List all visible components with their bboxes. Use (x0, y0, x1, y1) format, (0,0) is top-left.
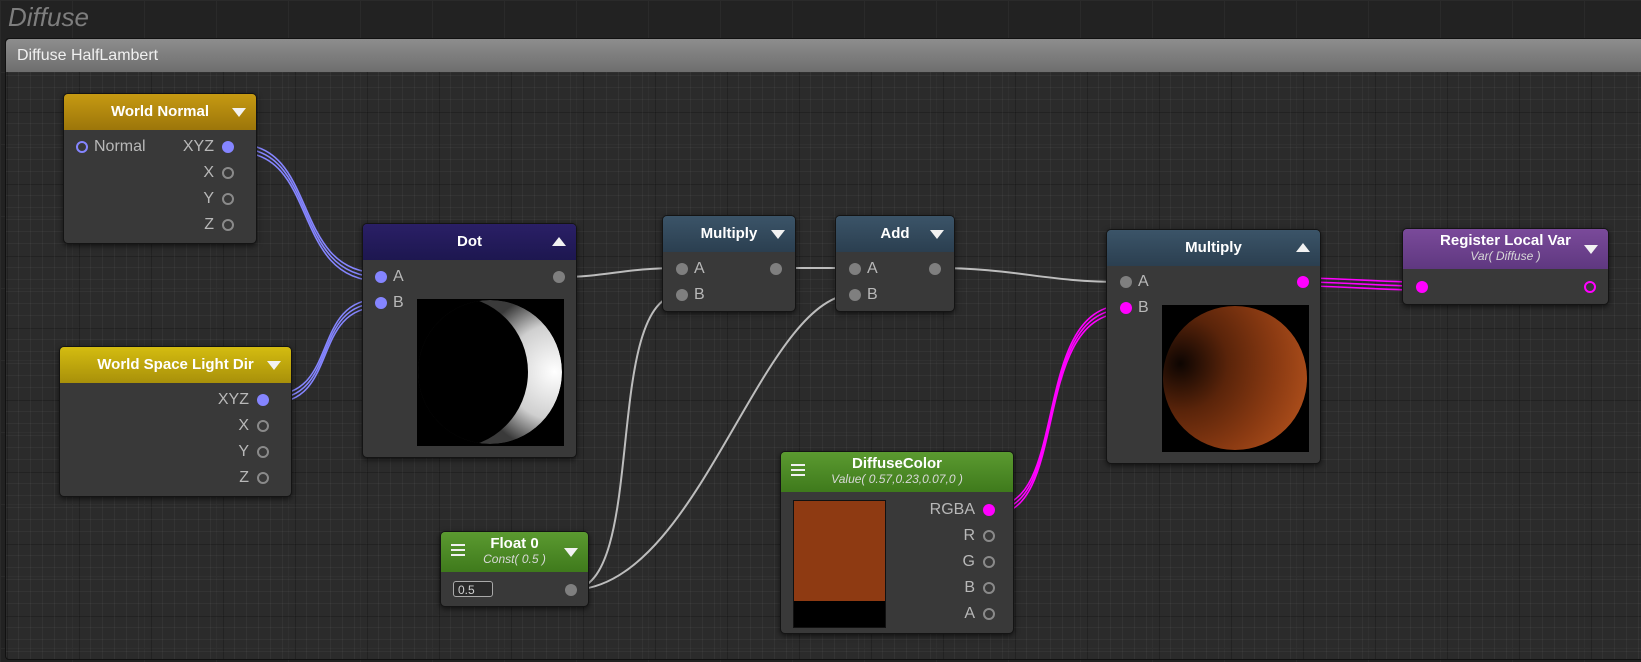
sphere-preview (1163, 306, 1307, 450)
port-label: A (1138, 273, 1149, 290)
node-header[interactable]: Multiply (663, 216, 795, 252)
collapse-arrow-icon[interactable] (232, 108, 246, 117)
node-subtitle: Var( Diffuse ) (1470, 249, 1541, 263)
output-port-xyz[interactable] (257, 394, 269, 406)
input-port-b[interactable] (1120, 302, 1132, 314)
port-label: Normal (94, 138, 146, 155)
node-title: Multiply (1185, 239, 1242, 256)
output-port-r[interactable] (983, 530, 995, 542)
output-port-y[interactable] (257, 446, 269, 458)
input-port-normal[interactable] (76, 141, 88, 153)
port-label: B (867, 286, 878, 303)
port-label: RGBA (929, 501, 975, 518)
input-port-a[interactable] (1120, 276, 1132, 288)
node-title: Dot (457, 233, 482, 250)
node-header[interactable]: Register Local Var Var( Diffuse ) (1403, 229, 1608, 269)
register-local-var-node[interactable]: Register Local Var Var( Diffuse ) (1402, 228, 1609, 305)
port-label: Z (204, 216, 214, 233)
world-normal-node[interactable]: World Normal Normal XYZ X Y Z (63, 93, 257, 244)
port-label: Y (203, 190, 214, 207)
node-header[interactable]: Multiply (1107, 230, 1320, 266)
input-port-b[interactable] (849, 289, 861, 301)
node-header[interactable]: World Space Light Dir (60, 347, 291, 383)
collapse-arrow-icon[interactable] (267, 361, 281, 370)
output-port-b[interactable] (983, 582, 995, 594)
dot-node[interactable]: Dot A B (362, 223, 577, 458)
node-header[interactable]: DiffuseColor Value( 0.57,0.23,0.07,0 ) (781, 452, 1013, 492)
moon-preview (418, 300, 562, 444)
input-port-a[interactable] (375, 271, 387, 283)
output-port-rgba[interactable] (983, 504, 995, 516)
multiply-node[interactable]: Multiply A B (662, 215, 796, 312)
preview-thumbnail (1162, 305, 1309, 452)
output-port[interactable] (929, 263, 941, 275)
port-label: Z (239, 469, 249, 486)
input-port-a[interactable] (676, 263, 688, 275)
input-port[interactable] (1416, 281, 1428, 293)
color-swatch[interactable] (793, 500, 886, 628)
diffuse-color-node[interactable]: DiffuseColor Value( 0.57,0.23,0.07,0 ) R… (780, 451, 1014, 634)
output-port[interactable] (770, 263, 782, 275)
node-header[interactable]: Dot (363, 224, 576, 260)
port-label: B (964, 579, 975, 596)
menu-icon[interactable] (791, 464, 805, 476)
wire-normal-to-dot-a (236, 143, 381, 282)
port-label: Y (238, 443, 249, 460)
port-label: B (1138, 299, 1149, 316)
float-value-field[interactable]: 0.5 (453, 581, 493, 597)
output-port-xyz[interactable] (222, 141, 234, 153)
collapse-arrow-icon[interactable] (1296, 243, 1310, 252)
node-subtitle: Value( 0.57,0.23,0.07,0 ) (831, 472, 963, 486)
output-port-x[interactable] (222, 167, 234, 179)
port-label: XYZ (182, 138, 214, 155)
menu-icon[interactable] (451, 544, 465, 556)
world-space-light-dir-node[interactable]: World Space Light Dir XYZ X Y Z (59, 346, 292, 497)
collapse-arrow-icon[interactable] (930, 230, 944, 239)
collapse-arrow-icon[interactable] (564, 548, 578, 557)
wire-add-to-multiply2-a (932, 267, 1126, 283)
node-title: World Space Light Dir (97, 356, 254, 373)
output-port-z[interactable] (222, 219, 234, 231)
input-port-a[interactable] (849, 263, 861, 275)
output-port[interactable] (1584, 281, 1596, 293)
port-label: X (203, 164, 214, 181)
collapse-arrow-icon[interactable] (771, 230, 785, 239)
node-header[interactable]: Add (836, 216, 954, 252)
node-header[interactable]: World Normal (64, 94, 256, 130)
output-port-a[interactable] (983, 608, 995, 620)
color-swatch-fill (794, 501, 885, 601)
port-label: XYZ (217, 391, 249, 408)
output-port[interactable] (1297, 276, 1309, 288)
output-port-y[interactable] (222, 193, 234, 205)
add-node[interactable]: Add A B (835, 215, 955, 312)
node-header[interactable]: Float 0 Const( 0.5 ) (441, 532, 588, 572)
node-title: World Normal (110, 103, 210, 120)
port-label: X (238, 417, 249, 434)
node-title: Register Local Var (1440, 232, 1571, 249)
port-label: A (964, 605, 975, 622)
port-label: R (963, 527, 975, 544)
port-label: G (962, 553, 975, 570)
node-title: DiffuseColor (852, 455, 942, 472)
collapse-arrow-icon[interactable] (552, 237, 566, 246)
collapse-arrow-icon[interactable] (1584, 245, 1598, 254)
preview-thumbnail (417, 299, 564, 446)
input-port-b[interactable] (676, 289, 688, 301)
port-label: B (694, 286, 705, 303)
multiply-node-2[interactable]: Multiply A B (1106, 229, 1321, 464)
output-port-z[interactable] (257, 472, 269, 484)
output-port-g[interactable] (983, 556, 995, 568)
port-label: A (694, 260, 705, 277)
output-port[interactable] (553, 271, 565, 283)
port-label: A (867, 260, 878, 277)
output-port[interactable] (565, 584, 577, 596)
port-label: B (393, 294, 404, 311)
float-node[interactable]: Float 0 Const( 0.5 ) 0.5 (440, 531, 589, 607)
input-port-b[interactable] (375, 297, 387, 309)
port-label: A (393, 268, 404, 285)
output-port-x[interactable] (257, 420, 269, 432)
